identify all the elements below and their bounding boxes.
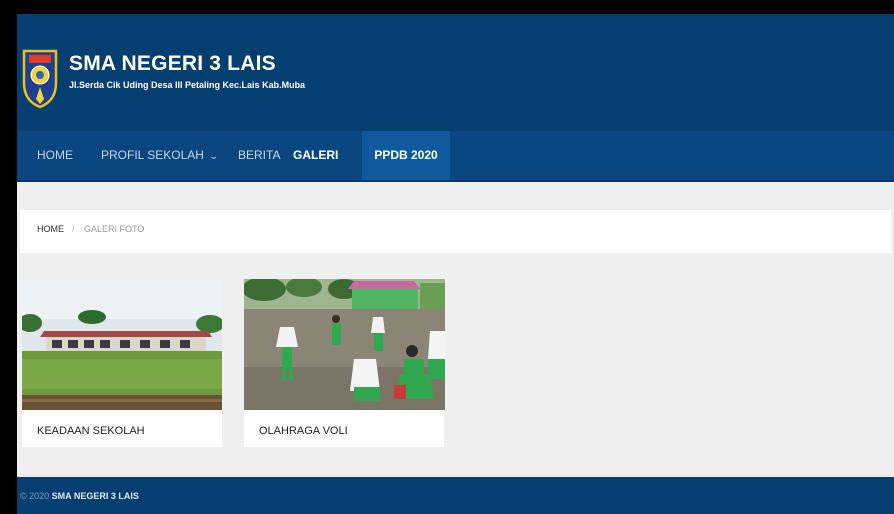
nav-item-profil-sekolah[interactable]: PROFIL SEKOLAH ⌄: [101, 131, 219, 180]
nav-item-label: GALERI: [293, 148, 339, 162]
breadcrumb-home-link[interactable]: HOME: [37, 224, 64, 234]
footer-copyright-text: © 2020: [20, 491, 50, 501]
site-header: SMA NEGERI 3 LAIS Jl.Serda Cik Uding Des…: [17, 14, 894, 131]
nav-item-label: HOME: [37, 148, 73, 162]
nav-item-ppdb-2020[interactable]: PPDB 2020: [362, 131, 450, 180]
gallery-card[interactable]: OLAHRAGA VOLI: [244, 279, 445, 447]
footer-copyright: © 2020 SMA NEGERI 3 LAIS: [20, 491, 139, 501]
nav-item-label: BERITA: [238, 148, 281, 162]
nav-item-berita[interactable]: BERITA: [238, 131, 280, 180]
gallery-card-title[interactable]: OLAHRAGA VOLI: [259, 425, 348, 437]
nav-item-label: PPDB 2020: [374, 148, 438, 162]
breadcrumb-current: GALERI FOTO: [84, 224, 145, 234]
footer-site-link[interactable]: SMA NEGERI 3 LAIS: [52, 491, 139, 501]
site-address: Jl.Serda Cik Uding Desa III Petaling Kec…: [69, 80, 306, 90]
school-building-photo[interactable]: [22, 279, 222, 410]
breadcrumb-separator: /: [72, 224, 75, 234]
site-footer: © 2020 SMA NEGERI 3 LAIS: [17, 477, 894, 514]
chevron-down-icon: ⌄: [208, 151, 219, 161]
school-crest-icon[interactable]: [22, 49, 58, 109]
site-title[interactable]: SMA NEGERI 3 LAIS: [69, 52, 276, 76]
browser-page: SMA NEGERI 3 LAIS Jl.Serda Cik Uding Des…: [17, 14, 894, 514]
main-nav: HOME PROFIL SEKOLAH ⌄ BERITA GALERI PPDB …: [17, 131, 894, 182]
gallery-card-title[interactable]: KEADAAN SEKOLAH: [37, 425, 145, 437]
gallery-card[interactable]: KEADAAN SEKOLAH: [22, 279, 222, 447]
volleyball-students-photo[interactable]: [244, 279, 445, 410]
nav-item-home[interactable]: HOME: [37, 131, 73, 180]
nav-item-label: PROFIL SEKOLAH: [101, 148, 204, 162]
breadcrumb: HOME / GALERI FOTO: [20, 210, 891, 253]
nav-item-galeri[interactable]: GALERI: [293, 131, 338, 180]
